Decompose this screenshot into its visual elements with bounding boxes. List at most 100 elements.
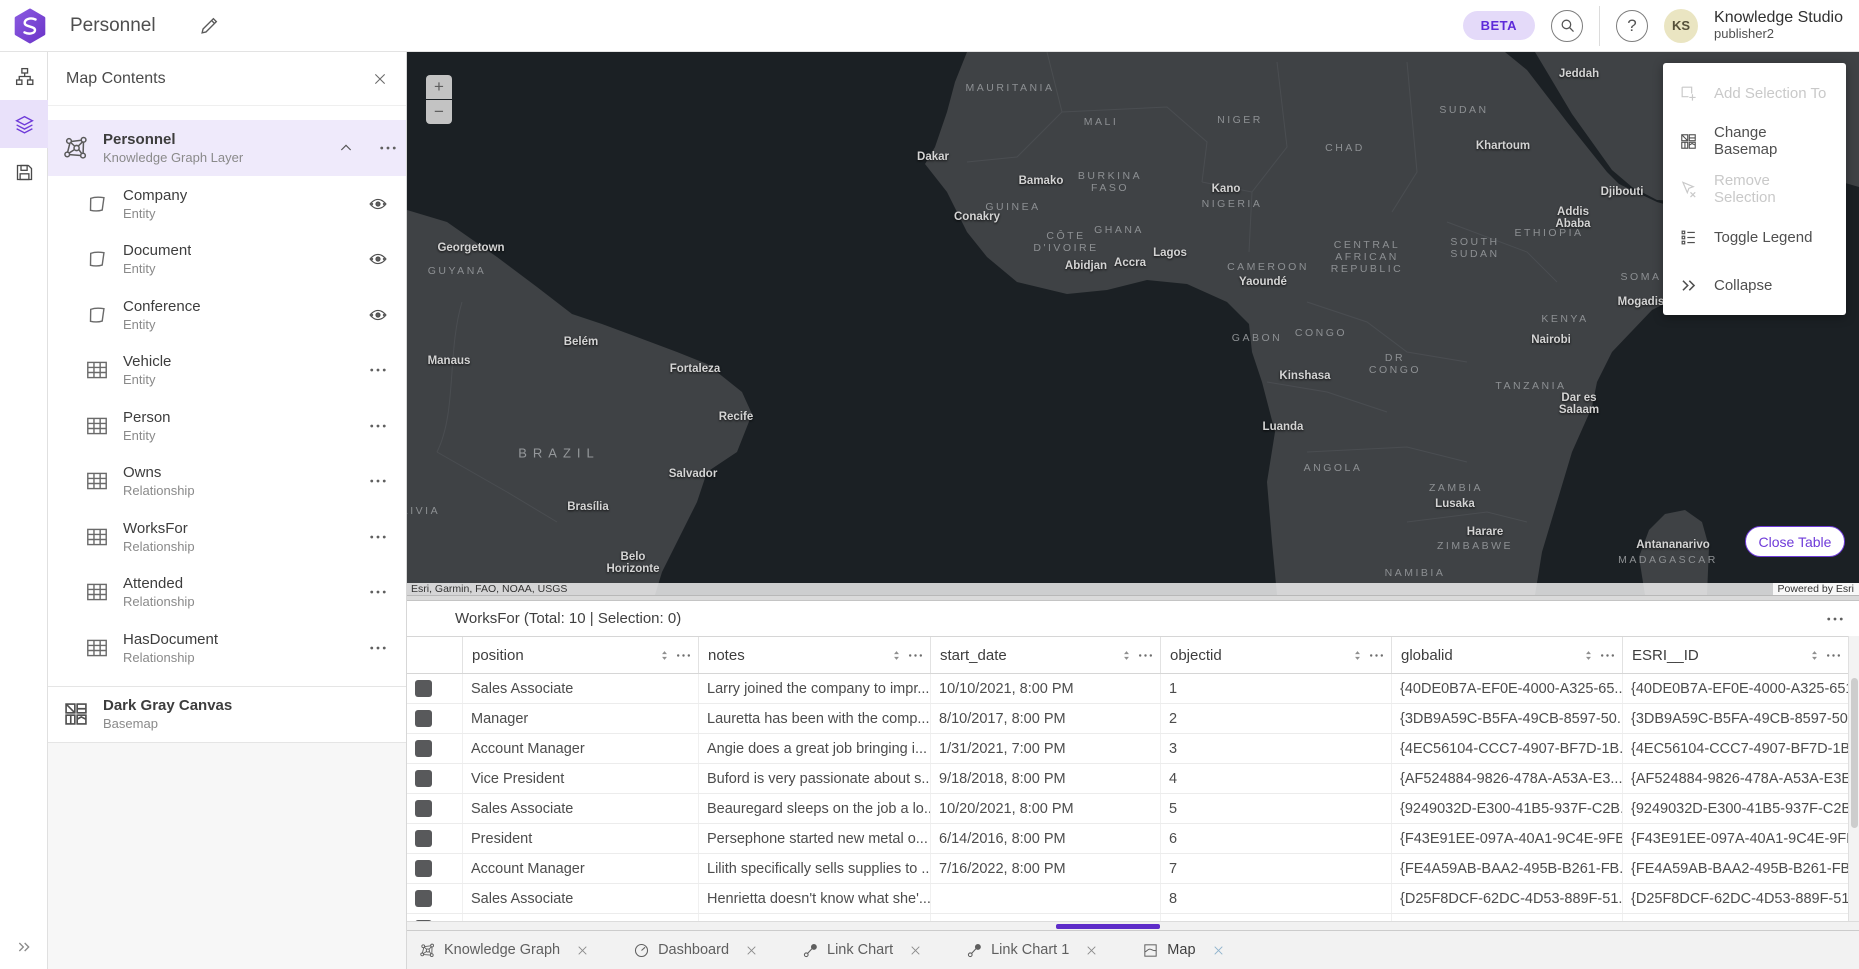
zoom-in-button[interactable]: +	[426, 75, 452, 99]
layer-group-personnel[interactable]: Personnel Knowledge Graph Layer	[48, 120, 406, 176]
sort-icon[interactable]	[1120, 648, 1133, 663]
pencil-icon[interactable]	[198, 15, 220, 37]
ellipsis-icon[interactable]	[1825, 647, 1842, 664]
layer-item-worksfor[interactable]: WorksForRelationship	[48, 509, 406, 565]
ellipsis-icon[interactable]	[368, 249, 388, 269]
column-header-notes: notes	[698, 637, 930, 673]
topbar-right-cluster: BETA ? KS Knowledge Studio publisher2	[1463, 6, 1859, 46]
table-row[interactable]: Sales AssociateHenrietta doesn't know wh…	[407, 884, 1859, 914]
ellipsis-icon[interactable]	[675, 647, 692, 664]
ellipsis-icon[interactable]	[1368, 647, 1385, 664]
tab-map[interactable]: Map	[1142, 942, 1224, 959]
ellipsis-icon[interactable]	[1137, 647, 1154, 664]
layer-item-conference[interactable]: ConferenceEntity	[48, 287, 406, 343]
sort-icon[interactable]	[890, 648, 903, 663]
column-header-label: position	[472, 647, 654, 664]
ellipsis-icon[interactable]	[907, 647, 924, 664]
tab-link-chart-1[interactable]: Link Chart 1	[966, 942, 1098, 959]
table-vertical-scrollbar[interactable]	[1848, 636, 1859, 921]
app-logo-icon[interactable]	[12, 8, 48, 44]
link-chart-icon	[966, 942, 983, 959]
row-checkbox[interactable]	[415, 680, 432, 697]
tab-dashboard[interactable]: Dashboard	[633, 942, 758, 959]
ellipsis-icon[interactable]	[368, 194, 388, 214]
table-row[interactable]: Vice PresidentBuford is very passionate …	[407, 764, 1859, 794]
layer-item-company[interactable]: CompanyEntity	[48, 176, 406, 232]
sort-icon[interactable]	[1351, 648, 1364, 663]
cell-objectid: 9	[1160, 914, 1391, 921]
close-icon[interactable]	[745, 944, 758, 957]
chevron-up-icon[interactable]	[338, 140, 354, 156]
ellipsis-icon[interactable]	[368, 360, 388, 380]
layer-item-text: WorksForRelationship	[123, 520, 195, 554]
table-row[interactable]: ManagerLauretta has been with the comp..…	[407, 704, 1859, 734]
ellipsis-icon[interactable]	[378, 138, 398, 158]
table-row[interactable]: PresidentPersephone started new metal o.…	[407, 824, 1859, 854]
table-row[interactable]: MarketingHubbard works on custom orders1…	[407, 914, 1859, 921]
layer-item-owns[interactable]: OwnsRelationship	[48, 454, 406, 510]
avatar[interactable]: KS	[1664, 9, 1698, 43]
layer-item-vehicle[interactable]: VehicleEntity	[48, 343, 406, 399]
sort-icon[interactable]	[658, 648, 671, 663]
sort-icon[interactable]	[1808, 648, 1821, 663]
search-button[interactable]	[1551, 10, 1583, 42]
close-icon[interactable]	[372, 71, 388, 87]
ellipsis-icon[interactable]	[368, 471, 388, 491]
ellipsis-icon[interactable]	[1825, 609, 1845, 629]
cell-notes: Persephone started new metal o...	[698, 824, 930, 853]
cell-start_date: 7/16/2022, 8:00 PM	[930, 854, 1160, 883]
tab-link-chart[interactable]: Link Chart	[802, 942, 922, 959]
horizontal-scroll-thumb[interactable]	[1056, 924, 1160, 929]
table-row[interactable]: Account ManagerAngie does a great job br…	[407, 734, 1859, 764]
table-horizontal-scrollbar[interactable]	[407, 921, 1859, 930]
cell-start_date: 1/31/2021, 7:00 PM	[930, 734, 1160, 763]
close-icon[interactable]	[1212, 944, 1225, 957]
row-checkbox[interactable]	[415, 890, 432, 907]
table-row[interactable]: Account ManagerLilith specifically sells…	[407, 854, 1859, 884]
row-checkbox[interactable]	[415, 800, 432, 817]
cell-objectid: 8	[1160, 884, 1391, 913]
layer-item-person[interactable]: PersonEntity	[48, 398, 406, 454]
close-table-button[interactable]: Close Table	[1745, 526, 1845, 557]
cell-globalid: {F43E91EE-097A-40A1-9C4E-9FB...	[1391, 824, 1622, 853]
close-icon[interactable]	[909, 944, 922, 957]
rail-item-save[interactable]	[0, 148, 48, 196]
cell-position: Marketing	[462, 914, 698, 921]
rail-expand-button[interactable]	[0, 939, 48, 955]
cell-position: Sales Associate	[462, 674, 698, 703]
help-button[interactable]: ?	[1616, 10, 1648, 42]
layer-name: Person	[123, 409, 171, 426]
basemap-item[interactable]: Dark Gray Canvas Basemap	[48, 687, 406, 743]
menu-item-change-basemap[interactable]: Change Basemap	[1663, 117, 1846, 165]
row-checkbox[interactable]	[415, 770, 432, 787]
row-checkbox[interactable]	[415, 830, 432, 847]
table-row[interactable]: Sales AssociateBeauregard sleeps on the …	[407, 794, 1859, 824]
ellipsis-icon[interactable]	[368, 416, 388, 436]
tab-knowledge-graph[interactable]: Knowledge Graph	[419, 942, 589, 959]
sort-icon[interactable]	[1582, 648, 1595, 663]
ellipsis-icon[interactable]	[1599, 647, 1616, 664]
zoom-out-button[interactable]: −	[426, 100, 452, 124]
table-row[interactable]: Sales AssociateLarry joined the company …	[407, 674, 1859, 704]
cell-start_date: 9/18/2018, 8:00 PM	[930, 764, 1160, 793]
rail-item-layers[interactable]	[0, 100, 48, 148]
layer-name: HasDocument	[123, 631, 218, 648]
map-view[interactable]: MAURITANIAMALINIGERSUDANCHADBURKINA FASO…	[407, 52, 1859, 595]
menu-item-toggle-legend[interactable]: Toggle Legend	[1663, 213, 1846, 261]
ellipsis-icon[interactable]	[368, 527, 388, 547]
layer-item-document[interactable]: DocumentEntity	[48, 232, 406, 288]
row-checkbox[interactable]	[415, 860, 432, 877]
layer-item-hasdocument[interactable]: HasDocumentRelationship	[48, 620, 406, 676]
row-checkbox[interactable]	[415, 740, 432, 757]
ellipsis-icon[interactable]	[368, 582, 388, 602]
double-chevron-right-icon	[1679, 276, 1698, 295]
close-icon[interactable]	[576, 944, 589, 957]
row-checkbox[interactable]	[415, 710, 432, 727]
vertical-scroll-thumb[interactable]	[1851, 678, 1858, 828]
ellipsis-icon[interactable]	[368, 638, 388, 658]
menu-item-collapse[interactable]: Collapse	[1663, 261, 1846, 309]
rail-item-data-model[interactable]	[0, 52, 48, 100]
layer-item-attended[interactable]: AttendedRelationship	[48, 565, 406, 621]
ellipsis-icon[interactable]	[368, 305, 388, 325]
close-icon[interactable]	[1085, 944, 1098, 957]
